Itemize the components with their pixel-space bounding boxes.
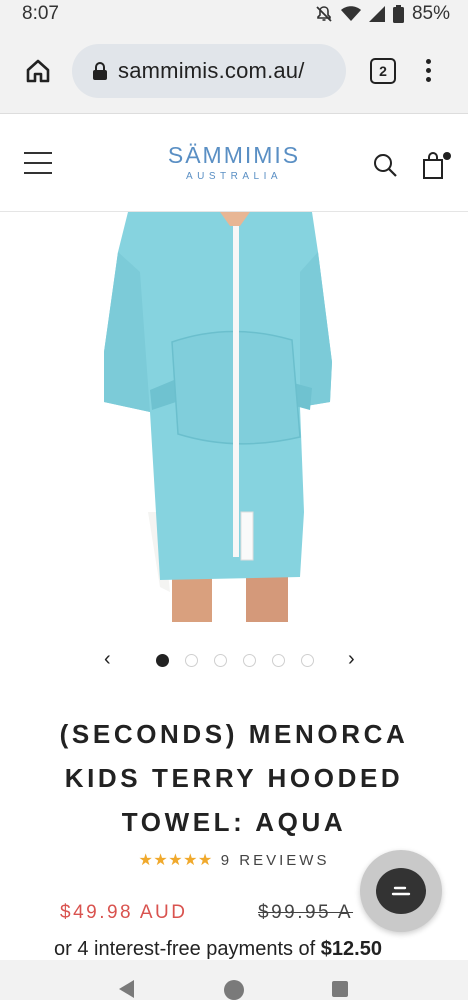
product-image[interactable] <box>0 212 468 622</box>
carousel-dot[interactable] <box>214 654 227 667</box>
original-price: $99.95 A <box>258 902 354 923</box>
mute-notifications-icon <box>315 5 333 23</box>
sale-price: $49.98 AUD <box>60 902 188 923</box>
carousel-dot[interactable] <box>156 654 169 667</box>
carousel-prev-button[interactable]: ‹ <box>104 648 124 670</box>
lock-icon <box>93 61 107 80</box>
back-icon[interactable] <box>116 978 136 1000</box>
tab-switcher-button[interactable]: 2 <box>370 57 396 84</box>
recent-apps-icon[interactable] <box>332 981 348 997</box>
cellular-signal-icon <box>368 6 385 22</box>
wifi-icon <box>340 6 361 22</box>
status-icons: 85% <box>315 3 450 25</box>
carousel-dot[interactable] <box>272 654 285 667</box>
url-text: sammimis.com.au/ <box>118 57 305 83</box>
installments-text: or 4 interest-free payments of $12.50 <box>54 938 382 961</box>
home-nav-icon[interactable] <box>224 980 244 1000</box>
search-icon[interactable] <box>372 152 398 178</box>
chat-icon <box>376 868 426 914</box>
home-icon <box>26 59 50 82</box>
installments-amount: $12.50 <box>320 938 382 960</box>
rating-stars: ★★★★★ <box>138 852 213 869</box>
product-title: (SECONDS) MENORCA KIDS TERRY HOODED TOWE… <box>59 719 409 837</box>
browser-toolbar: sammimis.com.au/ 2 <box>0 28 468 114</box>
shopping-bag-icon[interactable] <box>420 148 452 180</box>
carousel-dot[interactable] <box>301 654 314 667</box>
chat-button[interactable] <box>360 850 442 932</box>
carousel-dots <box>156 654 314 667</box>
battery-level: 85% <box>411 3 450 24</box>
home-button[interactable] <box>18 51 58 91</box>
image-carousel-controls: ‹ › <box>0 640 468 680</box>
battery-icon <box>392 5 404 23</box>
status-time: 8:07 <box>22 3 59 24</box>
system-navigation-bar <box>0 960 468 1000</box>
carousel-next-button[interactable]: › <box>348 648 368 670</box>
reviews-count: 9 REVIEWS <box>220 852 330 869</box>
carousel-dot[interactable] <box>185 654 198 667</box>
site-header: SÄMMIMIS AUSTRALIA <box>0 114 468 212</box>
status-bar: 8:07 85% <box>0 0 468 28</box>
carousel-dot[interactable] <box>243 654 256 667</box>
installments-prefix: or 4 interest-free payments of <box>54 938 321 960</box>
hooded-towel-illustration <box>104 212 332 622</box>
address-bar[interactable]: sammimis.com.au/ <box>72 43 346 98</box>
more-vert-icon <box>425 59 431 64</box>
browser-menu-button[interactable] <box>422 59 434 82</box>
